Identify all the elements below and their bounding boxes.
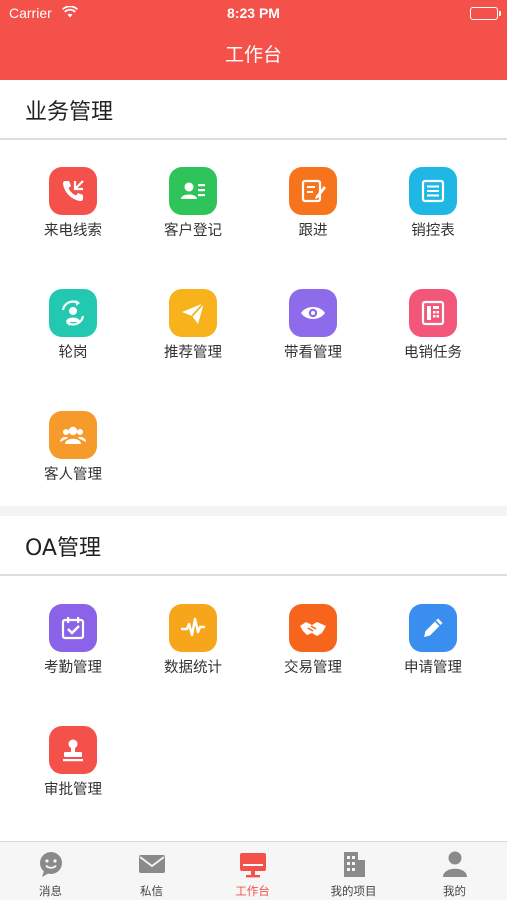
chat-bubble-icon [36,849,66,879]
stamp-icon [49,726,97,774]
phone-incoming-icon [49,167,97,215]
page-title: 工作台 [224,44,282,66]
tab-bar: 消息 私信 工作台 我的项目 我的 [0,841,507,900]
section-title: 业务管理 [25,100,114,125]
tab-mine[interactable]: 我的 [404,842,505,900]
building-icon [339,849,369,879]
item-telesales-task[interactable]: 电销任务 [373,289,493,389]
monitor-icon [238,849,268,879]
item-guest-management[interactable]: 客人管理 [13,411,133,511]
status-bar: Carrier 8:23 PM [0,0,507,26]
item-customer-register[interactable]: 客户登记 [133,167,253,267]
item-transaction[interactable]: 交易管理 [253,604,373,704]
user-icon [440,849,470,879]
tab-label: 我的项目 [330,884,377,898]
item-viewing[interactable]: 带看管理 [253,289,373,389]
paper-plane-icon [169,289,217,337]
item-label: 销控表 [411,223,455,239]
item-label: 推荐管理 [164,345,222,361]
item-label: 交易管理 [284,660,342,676]
item-label: 来电线索 [44,223,102,239]
section-header: OA管理 [0,516,507,576]
list-table-icon [409,167,457,215]
item-application[interactable]: 申请管理 [373,604,493,704]
item-rotation[interactable]: 轮岗 [13,289,133,389]
group-icon [49,411,97,459]
item-label: 轮岗 [58,345,88,361]
desk-phone-icon [409,289,457,337]
item-follow-up[interactable]: 跟进 [253,167,373,267]
tab-private-messages[interactable]: 私信 [101,842,202,900]
item-label: 电销任务 [404,345,462,361]
item-label: 带看管理 [284,345,342,361]
envelope-icon [137,849,167,879]
calendar-check-icon [49,604,97,652]
pencil-icon [409,604,457,652]
item-label: 客户登记 [164,223,222,239]
eye-icon [289,289,337,337]
item-label: 数据统计 [164,660,222,676]
item-incoming-leads[interactable]: 来电线索 [13,167,133,267]
tab-label: 工作台 [235,884,270,898]
rotate-user-icon [49,289,97,337]
item-statistics[interactable]: 数据统计 [133,604,253,704]
tab-workbench[interactable]: 工作台 [202,842,303,900]
section-title: OA管理 [25,536,101,561]
item-attendance[interactable]: 考勤管理 [13,604,133,704]
pulse-chart-icon [169,604,217,652]
section-header: 业务管理 [0,80,507,140]
item-approval[interactable]: 审批管理 [13,726,133,826]
tab-label: 消息 [39,884,62,898]
item-recommend[interactable]: 推荐管理 [133,289,253,389]
tab-messages[interactable]: 消息 [0,842,101,900]
edit-note-icon [289,167,337,215]
tab-label: 私信 [140,884,163,898]
tab-my-projects[interactable]: 我的项目 [303,842,404,900]
status-time: 8:23 PM [227,5,280,21]
item-label: 审批管理 [44,782,102,798]
tab-label: 我的 [443,884,466,898]
item-label: 跟进 [298,223,328,239]
item-label: 申请管理 [404,660,462,676]
top-header: Carrier 8:23 PM 工作台 [0,0,507,80]
battery-icon [470,7,501,20]
handshake-icon [289,604,337,652]
item-label: 客人管理 [44,467,102,483]
item-sales-control[interactable]: 销控表 [373,167,493,267]
contact-card-icon [169,167,217,215]
item-label: 考勤管理 [44,660,102,676]
